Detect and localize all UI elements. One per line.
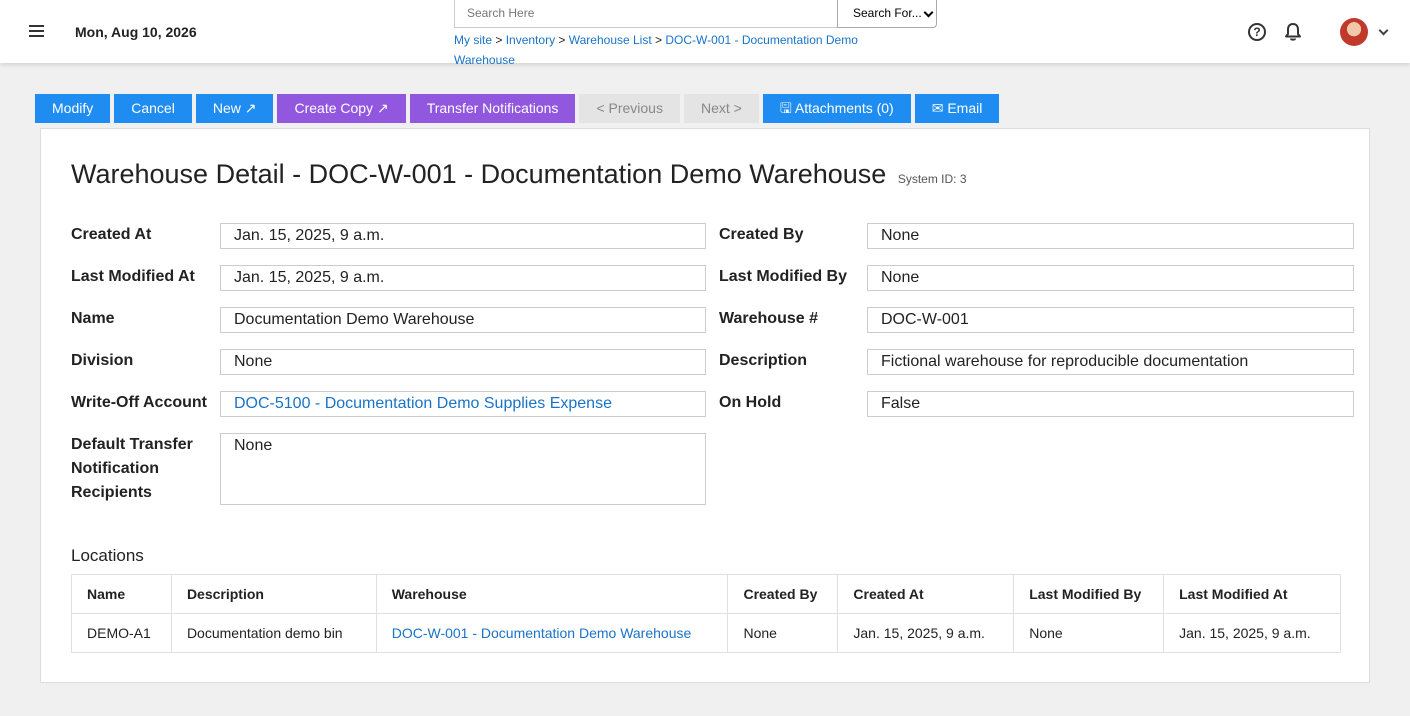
on-hold-value: False: [867, 391, 1354, 417]
last-modified-at-label: Last Modified At: [71, 268, 195, 285]
previous-button[interactable]: < Previous: [579, 94, 680, 123]
cell-created-by: None: [727, 613, 839, 653]
breadcrumb-my-site[interactable]: My site: [454, 33, 492, 47]
created-by-label: Created By: [719, 226, 804, 243]
search-input[interactable]: [454, 0, 838, 28]
last-modified-by-value: None: [867, 265, 1354, 291]
column-header-last-modified-at: Last Modified At: [1163, 574, 1341, 614]
last-modified-by-label: Last Modified By: [719, 268, 848, 285]
search-for-select[interactable]: Search For...: [837, 0, 937, 28]
description-value: Fictional warehouse for reproducible doc…: [867, 349, 1354, 375]
next-button[interactable]: Next >: [683, 94, 759, 123]
system-id: System ID: 3: [897, 172, 967, 186]
write-off-account-link[interactable]: DOC-5100 - Documentation Demo Supplies E…: [220, 391, 706, 417]
attachments-button[interactable]: 🖫 Attachments (0): [762, 94, 911, 123]
column-header-description: Description: [170, 574, 377, 614]
name-value: Documentation Demo Warehouse: [220, 307, 706, 333]
cancel-button[interactable]: Cancel: [114, 94, 192, 123]
description-label: Description: [719, 352, 808, 369]
warehouse-number-value: DOC-W-001: [867, 307, 1354, 333]
column-header-warehouse: Warehouse: [375, 574, 729, 614]
breadcrumb: My site > Inventory > Warehouse List > D…: [454, 33, 858, 67]
cell-name: DEMO-A1: [71, 613, 172, 653]
chevron-down-icon: [923, 7, 934, 18]
user-avatar[interactable]: [1340, 18, 1368, 46]
created-by-value: None: [867, 223, 1354, 249]
name-label: Name: [71, 310, 115, 327]
table-row: DEMO-A1 Documentation demo bin DOC-W-001…: [71, 613, 1341, 653]
warehouse-detail-card: Warehouse Detail - DOC-W-001 - Documenta…: [40, 128, 1370, 683]
column-header-name: Name: [71, 574, 172, 614]
hamburger-menu-icon[interactable]: [26, 20, 48, 42]
created-at-label: Created At: [71, 226, 152, 243]
column-header-created-at: Created At: [837, 574, 1015, 614]
cell-description: Documentation demo bin: [170, 613, 377, 653]
table-header-row: Name Description Warehouse Created By Cr…: [71, 574, 1341, 614]
chevron-down-icon[interactable]: [1378, 25, 1389, 36]
last-modified-at-value: Jan. 15, 2025, 9 a.m.: [220, 265, 706, 291]
breadcrumb-warehouse-list[interactable]: Warehouse List: [569, 33, 652, 47]
search-for-select-value: Search For...: [853, 6, 922, 20]
on-hold-label: On Hold: [719, 394, 782, 411]
default-transfer-recipients-value: None: [220, 433, 706, 505]
create-copy-button[interactable]: Create Copy ↗: [277, 94, 406, 123]
modify-button[interactable]: Modify: [35, 94, 111, 123]
cell-last-modified-at: Jan. 15, 2025, 9 a.m.: [1163, 613, 1341, 653]
division-value: None: [220, 349, 706, 375]
breadcrumb-inventory[interactable]: Inventory: [506, 33, 555, 47]
locations-table: Name Description Warehouse Created By Cr…: [71, 574, 1341, 653]
action-toolbar: Modify Cancel New ↗ Create Copy ↗ Transf…: [35, 94, 1000, 123]
page-title-text: Warehouse Detail - DOC-W-001 - Documenta…: [71, 159, 887, 189]
column-header-last-modified-by: Last Modified By: [1013, 574, 1165, 614]
bell-icon[interactable]: [1284, 22, 1302, 42]
new-button[interactable]: New ↗: [195, 94, 274, 123]
cell-last-modified-by: None: [1013, 613, 1165, 653]
page-title: Warehouse Detail - DOC-W-001 - Documenta…: [71, 159, 967, 190]
default-transfer-recipients-label: Default Transfer Notification Recipients: [71, 436, 193, 501]
cell-warehouse-link[interactable]: DOC-W-001 - Documentation Demo Warehouse: [375, 613, 729, 653]
created-at-value: Jan. 15, 2025, 9 a.m.: [220, 223, 706, 249]
column-header-created-by: Created By: [727, 574, 839, 614]
top-bar: Mon, Aug 10, 2026 Search For... My site …: [0, 0, 1410, 67]
transfer-notifications-button[interactable]: Transfer Notifications: [409, 94, 576, 123]
cell-created-at: Jan. 15, 2025, 9 a.m.: [837, 613, 1015, 653]
division-label: Division: [71, 352, 134, 369]
warehouse-number-label: Warehouse #: [719, 310, 818, 327]
locations-heading: Locations: [71, 546, 144, 565]
email-button[interactable]: ✉ Email: [914, 94, 1000, 123]
current-date: Mon, Aug 10, 2026: [75, 24, 197, 40]
help-icon[interactable]: ?: [1248, 23, 1266, 41]
write-off-account-label: Write-Off Account: [71, 394, 207, 411]
